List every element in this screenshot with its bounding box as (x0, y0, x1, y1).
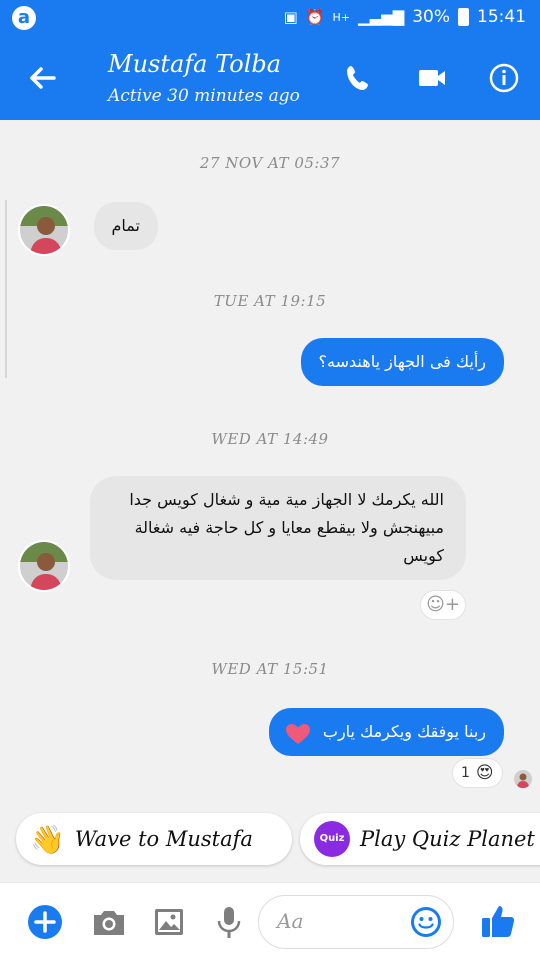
timestamp: WED AT 14:49 (211, 430, 329, 448)
outgoing-message[interactable]: رأيك فى الجهاز ياهندسه؟ (300, 338, 504, 386)
image-notification-icon: ▣ (283, 8, 298, 26)
network-type-icon: H+ (332, 10, 351, 24)
alarm-icon: ⏰ (305, 8, 325, 26)
thumbs-up-icon[interactable] (478, 901, 518, 941)
reaction-count: 1 (461, 765, 470, 781)
add-reaction-icon[interactable]: ☺+ (420, 590, 466, 620)
timestamp: 27 NOV AT 05:37 (199, 154, 341, 172)
app-notification-icon: a (12, 6, 36, 30)
timestamp: TUE AT 19:15 (213, 292, 327, 310)
wave-hand-icon: 👋 (30, 822, 65, 856)
back-arrow-icon[interactable] (22, 58, 62, 98)
emoji-icon[interactable] (409, 905, 443, 939)
chat-header: Mustafa Tolba Active 30 minutes ago (0, 36, 540, 120)
incoming-message[interactable]: تمام (93, 202, 158, 250)
scrollbar (0, 200, 7, 378)
info-icon[interactable] (488, 62, 520, 94)
quiz-icon: Quiz (314, 821, 350, 857)
suggestion-chips: 👋 Wave to Mustafa Quiz Play Quiz Planet (0, 810, 540, 870)
seen-avatar (514, 770, 532, 788)
clock: 15:41 (477, 7, 526, 27)
quiz-suggestion-label: Play Quiz Planet (360, 827, 535, 851)
incoming-message[interactable]: الله يكرمك لا الجهاز مية مية و شغال كويس… (90, 476, 466, 580)
outgoing-message[interactable]: ربنا يوفقك ويكرمك يارب (268, 708, 504, 756)
contact-avatar[interactable] (18, 540, 70, 592)
signal-icon: ▁▃▅▇ (358, 8, 405, 26)
wave-suggestion-label: Wave to Mustafa (74, 827, 253, 851)
timestamp: WED AT 15:51 (211, 660, 329, 678)
battery-percent: 30% (412, 7, 450, 27)
video-call-icon[interactable] (416, 62, 448, 94)
heart-eyes-emoji-icon: 😍 (475, 763, 494, 783)
contact-name[interactable]: Mustafa Tolba (108, 50, 281, 78)
message-input-placeholder: Aa (277, 909, 304, 933)
message-reaction[interactable]: 1 😍 (452, 758, 503, 788)
status-bar: a ▣ ⏰ H+ ▁▃▅▇ 30% 15:41 (0, 0, 540, 36)
gallery-icon[interactable] (150, 903, 188, 941)
phone-call-icon[interactable] (343, 62, 375, 94)
plus-icon[interactable] (26, 903, 64, 941)
quiz-suggestion-button[interactable]: Quiz Play Quiz Planet (300, 813, 540, 865)
status-icons: ▣ ⏰ H+ ▁▃▅▇ 30% 15:41 (284, 7, 526, 27)
outgoing-message-text: ربنا يوفقك ويكرمك يارب (322, 722, 486, 741)
battery-icon (458, 8, 469, 26)
wave-suggestion-button[interactable]: 👋 Wave to Mustafa (16, 813, 292, 865)
message-composer: Aa (0, 882, 540, 960)
message-input[interactable]: Aa (258, 895, 454, 949)
active-status: Active 30 minutes ago (108, 86, 300, 106)
heart-emoji-icon (285, 724, 310, 744)
contact-avatar[interactable] (18, 204, 70, 256)
microphone-icon[interactable] (210, 903, 248, 941)
message-list[interactable]: 27 NOV AT 05:37 تمام TUE AT 19:15 رأيك ف… (0, 120, 540, 800)
camera-icon[interactable] (90, 903, 128, 941)
